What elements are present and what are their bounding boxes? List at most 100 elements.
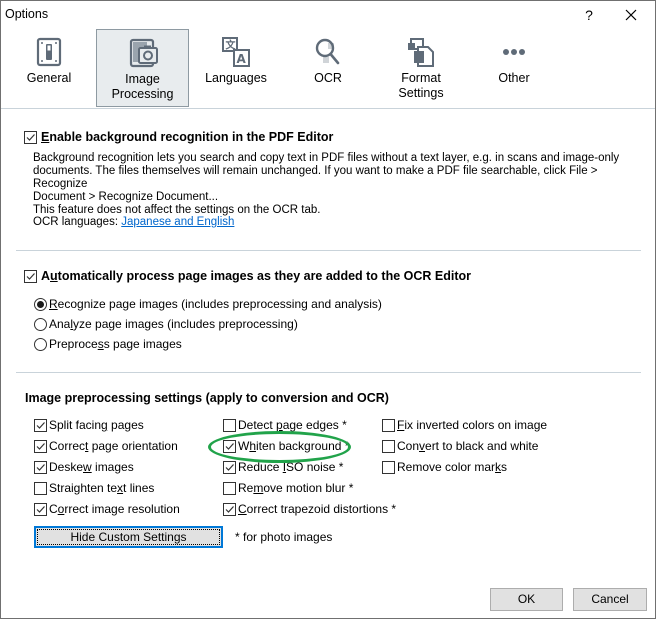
section-divider [16, 250, 641, 251]
close-icon [625, 9, 637, 21]
t: Split facin [49, 418, 102, 432]
tab-label-line1: Format [401, 71, 441, 85]
t: s [501, 460, 508, 474]
tab-ocr-label: OCR [314, 71, 342, 85]
preprocessing-checkbox[interactable] [34, 419, 47, 432]
preprocessing-option-label[interactable]: Remove motion blur * [238, 481, 353, 495]
label-text: tomatically process page images as they … [57, 269, 471, 283]
checkmark-icon [225, 464, 234, 471]
preprocessing-option-label[interactable]: Convert to black and white [397, 439, 538, 453]
ok-button[interactable]: OK [490, 588, 563, 611]
preprocessing-option-label[interactable]: Reduce ISO noise * [238, 460, 343, 474]
radio-selected-dot [37, 301, 44, 308]
label-text: A [41, 269, 51, 283]
mnemonic: p [276, 418, 283, 432]
preprocessing-option-label[interactable]: Fix inverted colors on image [397, 418, 547, 432]
radio-analyze-label[interactable]: Analyze page images (includes preprocess… [49, 317, 298, 331]
switch-icon [36, 37, 62, 67]
radio-recognize-page-images[interactable] [34, 298, 47, 311]
t: s page images [103, 337, 182, 351]
tab-image-processing[interactable]: Image Processing [96, 29, 189, 107]
checkmark-icon [36, 464, 45, 471]
tab-other-label: Other [498, 71, 530, 85]
mnemonic: w [83, 460, 92, 474]
preprocessing-option-label[interactable]: Correct page orientation [49, 439, 178, 453]
hide-custom-settings-label: Hide Custom Settings [70, 530, 187, 544]
t: ove motion blur * [263, 481, 354, 495]
radio-preprocess-page-images[interactable] [34, 338, 47, 351]
t: ix inverted colors on image [404, 418, 548, 432]
hide-custom-settings-button[interactable]: Hide Custom Settings [34, 526, 223, 548]
mnemonic: m [253, 481, 264, 495]
enable-background-recognition-label[interactable]: Enable background recognition in the PDF… [41, 130, 333, 144]
auto-process-checkbox[interactable] [24, 270, 37, 283]
help-button[interactable]: ? [575, 3, 603, 27]
tab-ocr[interactable]: OCR [286, 29, 370, 107]
close-button[interactable] [615, 3, 647, 27]
ocr-languages-link[interactable]: Japanese and English [121, 216, 234, 228]
preprocessing-checkbox[interactable] [223, 419, 236, 432]
preprocessing-checkbox[interactable] [34, 482, 47, 495]
t: Deske [49, 460, 84, 474]
photo-images-footnote: * for photo images [235, 530, 333, 544]
tab-other[interactable]: Other [472, 29, 556, 107]
options-dialog: Options ? General Image Processing 文 A L… [0, 0, 656, 619]
preprocessing-checkbox[interactable] [223, 482, 236, 495]
enable-background-recognition-checkbox[interactable] [24, 131, 37, 144]
preprocessing-checkbox[interactable] [382, 419, 395, 432]
preprocessing-checkbox[interactable] [34, 440, 47, 453]
section-divider [16, 372, 641, 373]
tab-general[interactable]: General [7, 29, 91, 107]
t: SO noise * [286, 460, 344, 474]
preprocessing-checkbox[interactable] [223, 503, 236, 516]
cancel-button[interactable]: Cancel [573, 588, 647, 611]
tab-label-line2: Processing [111, 87, 174, 101]
preprocessing-option-label[interactable]: Whiten background * [238, 439, 349, 453]
camera-icon [129, 38, 158, 68]
preprocessing-option-label[interactable]: Split facing pages [49, 418, 144, 432]
documents-icon [408, 38, 434, 67]
radio-recognize-label[interactable]: Recognize page images (includes preproce… [49, 297, 382, 311]
tab-format-settings[interactable]: Format Settings [379, 29, 463, 107]
preprocessing-checkbox[interactable] [34, 461, 47, 474]
t: rrect image resolution [64, 502, 180, 516]
mnemonic: u [50, 269, 58, 283]
auto-process-label[interactable]: Automatically process page images as the… [41, 269, 471, 283]
t: Preproce [49, 337, 98, 351]
preprocessing-option-label[interactable]: Remove color marks [397, 460, 507, 474]
t: t lines [123, 481, 155, 495]
preprocessing-option-label[interactable]: Correct trapezoid distortions * [238, 502, 396, 516]
preprocessing-checkbox[interactable] [34, 503, 47, 516]
title-bar: Options ? [1, 1, 655, 29]
preprocessing-option-label[interactable]: Detect page edges * [238, 418, 347, 432]
t: iten background * [256, 439, 350, 453]
ocr-languages-row: OCR languages: Japanese and English [33, 216, 234, 228]
preprocessing-checkbox[interactable] [223, 440, 236, 453]
t: images [91, 460, 134, 474]
checkmark-icon [36, 422, 45, 429]
radio-preprocess-label[interactable]: Preprocess page images [49, 337, 182, 351]
preprocessing-checkbox[interactable] [382, 440, 395, 453]
checkmark-icon [26, 273, 35, 280]
checkmark-icon [26, 134, 35, 141]
tab-image-processing-label: Image Processing [97, 72, 188, 102]
preprocessing-option-label[interactable]: Correct image resolution [49, 502, 180, 516]
checkmark-icon [36, 443, 45, 450]
preprocessing-option-label[interactable]: Deskew images [49, 460, 134, 474]
t: Con [397, 439, 420, 453]
desc-line: Background recognition lets you search a… [33, 152, 620, 164]
t: Re [238, 481, 254, 495]
tab-languages[interactable]: 文 A Languages [194, 29, 278, 107]
radio-analyze-page-images[interactable] [34, 318, 47, 331]
t: pages [107, 418, 144, 432]
tab-format-settings-label: Format Settings [379, 71, 463, 101]
checkmark-icon [36, 506, 45, 513]
t: yze page images (includes preprocessing) [73, 317, 298, 331]
preprocessing-checkbox[interactable] [223, 461, 236, 474]
preprocessing-checkbox[interactable] [382, 461, 395, 474]
tab-languages-label: Languages [205, 71, 267, 85]
t: Ana [49, 317, 71, 331]
preprocessing-option-label[interactable]: Straighten text lines [49, 481, 154, 495]
checkmark-icon [225, 506, 234, 513]
desc-line: documents. The files themselves will rem… [33, 165, 598, 190]
